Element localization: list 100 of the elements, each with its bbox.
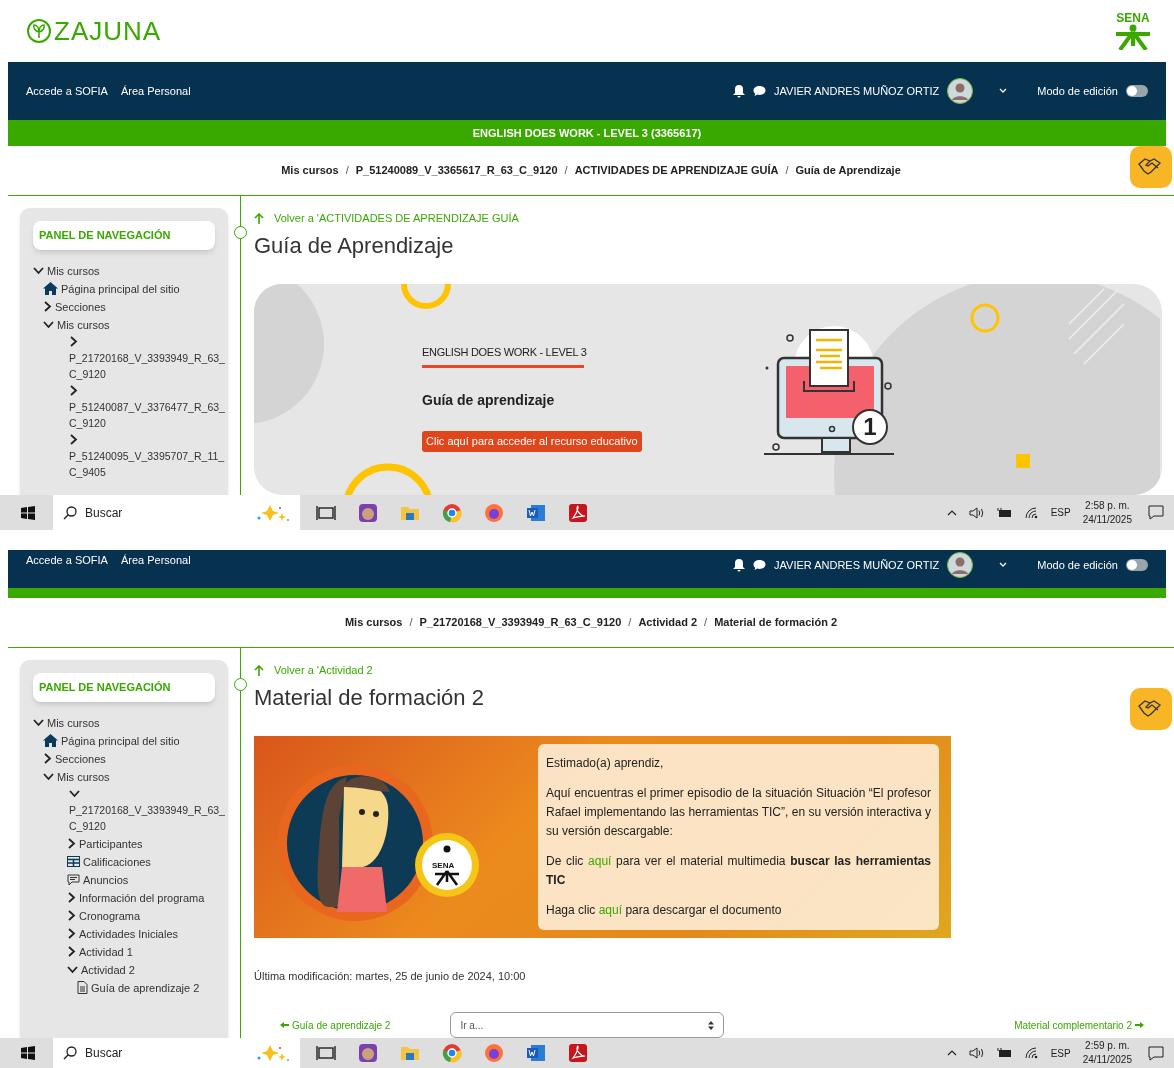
avatar-icon[interactable] xyxy=(947,78,974,104)
caret-down-icon[interactable] xyxy=(999,88,1008,94)
edit-mode-toggle[interactable] xyxy=(1126,559,1148,571)
pdf-icon[interactable] xyxy=(568,502,588,523)
breadcrumb-separator: / xyxy=(628,615,632,631)
nav-item[interactable]: Mis cursos xyxy=(57,768,207,785)
firefox-icon[interactable] xyxy=(484,502,504,523)
chat-icon[interactable] xyxy=(753,85,767,97)
panel-title: PANEL DE NAVEGACIÓN xyxy=(33,221,215,250)
taskview-icon[interactable] xyxy=(316,1043,336,1063)
nav-item[interactable]: Cronograma xyxy=(79,907,215,924)
wifi-icon[interactable] xyxy=(1024,506,1039,519)
nav-link[interactable]: Accede a SOFIA xyxy=(26,82,108,100)
chevron-down-icon[interactable] xyxy=(67,965,78,974)
windows-start-icon[interactable] xyxy=(21,1046,35,1060)
pdf-icon[interactable] xyxy=(568,1043,588,1063)
user-name[interactable]: JAVIER ANDRES MUÑOZ ORTIZ xyxy=(774,82,940,100)
chevron-right-icon[interactable] xyxy=(69,336,78,347)
jump-to-select[interactable]: Ir a... xyxy=(450,1012,725,1038)
nav-item[interactable]: Actividades Iniciales xyxy=(79,925,215,942)
nav-link[interactable]: Área Personal xyxy=(120,82,191,100)
wifi-icon[interactable] xyxy=(1024,1047,1039,1059)
course-link[interactable]: P_21720168_V_3393949_R_63_C_9120 xyxy=(69,801,225,834)
resource-button[interactable]: Clic aquí para acceder al recurso educativo xyxy=(422,431,642,452)
breadcrumb-link[interactable]: Actividad 2 xyxy=(638,614,698,631)
breadcrumb-link[interactable]: Material de formación 2 xyxy=(714,614,838,631)
nav-link[interactable]: Área Personal xyxy=(120,552,191,569)
chevron-down-icon[interactable] xyxy=(43,320,54,329)
battery-icon[interactable] xyxy=(996,1048,1013,1058)
breadcrumb-link[interactable]: Mis cursos xyxy=(281,162,339,179)
bell-icon[interactable] xyxy=(733,558,746,572)
nav-item[interactable]: Secciones xyxy=(55,298,205,315)
last-modified-text: Última modificación: martes, 25 de junio de 2024, 10:00 xyxy=(254,968,527,984)
nav-item[interactable]: Participantes xyxy=(79,835,215,852)
handshake-button[interactable] xyxy=(1130,688,1172,730)
chat-icon[interactable] xyxy=(753,559,767,571)
chevron-right-icon[interactable] xyxy=(67,892,76,903)
chevron-right-icon[interactable] xyxy=(67,838,76,849)
chevron-down-icon[interactable] xyxy=(33,718,44,727)
clock[interactable]: 2:59 p. m. 24/11/2025 xyxy=(1082,1039,1132,1067)
breadcrumb-link[interactable]: P_21720168_V_3393949_R_63_C_9120 xyxy=(419,614,622,631)
chevron-right-icon[interactable] xyxy=(43,753,52,764)
search-icon xyxy=(63,1046,77,1060)
nav-item[interactable]: Página principal del sitio xyxy=(61,280,211,297)
chevron-down-icon[interactable] xyxy=(33,266,44,275)
chevron-up-icon[interactable] xyxy=(946,1050,957,1056)
speaker-icon[interactable] xyxy=(968,1047,985,1059)
nav-item[interactable]: Mis cursos xyxy=(47,262,197,279)
taskbar-search-field[interactable]: Buscar xyxy=(53,1038,300,1068)
course-link[interactable]: P_21720168_V_3393949_R_63_C_9120 xyxy=(69,349,225,382)
notification-icon[interactable] xyxy=(1148,505,1164,520)
chrome-icon[interactable] xyxy=(442,502,462,523)
nav-item[interactable]: Anuncios xyxy=(83,871,215,888)
language-indicator[interactable]: ESP xyxy=(1050,1045,1071,1061)
user-name[interactable]: JAVIER ANDRES MUÑOZ ORTIZ xyxy=(774,556,940,574)
battery-icon[interactable] xyxy=(996,507,1013,518)
chevron-right-icon[interactable] xyxy=(69,385,78,396)
word-icon[interactable] xyxy=(526,502,546,523)
nav-item[interactable]: Calificaciones xyxy=(83,853,215,870)
nav-item[interactable]: Actividad 2 xyxy=(81,961,215,978)
bell-icon[interactable] xyxy=(733,84,746,98)
windows-start-icon[interactable] xyxy=(21,505,35,520)
caret-down-icon[interactable] xyxy=(999,562,1008,568)
nav-item[interactable]: Guía de aprendizaje 2 xyxy=(91,979,215,996)
chevron-down-icon[interactable] xyxy=(69,789,80,798)
nav-item[interactable]: Página principal del sitio xyxy=(61,732,211,749)
chevron-right-icon[interactable] xyxy=(67,946,76,957)
breadcrumb-link[interactable]: ACTIVIDADES DE APRENDIZAJE GUÍA xyxy=(574,162,779,179)
nav-item[interactable]: Mis cursos xyxy=(57,316,207,333)
course-link[interactable]: P_51240095_V_3395707_R_11_C_9405 xyxy=(69,447,225,480)
nav-item[interactable]: Actividad 1 xyxy=(79,943,215,960)
chrome-icon[interactable] xyxy=(442,1043,462,1063)
chevron-down-icon[interactable] xyxy=(43,772,54,781)
taskbar-search-field[interactable]: Buscar xyxy=(53,495,300,530)
nav-item[interactable]: Información del programa xyxy=(79,889,215,906)
speaker-icon[interactable] xyxy=(968,506,985,519)
edit-mode-toggle[interactable] xyxy=(1126,85,1148,97)
character-app-icon[interactable] xyxy=(358,502,378,523)
nav-link[interactable]: Accede a SOFIA xyxy=(26,552,108,569)
language-indicator[interactable]: ESP xyxy=(1050,505,1071,520)
avatar-icon[interactable] xyxy=(947,552,974,578)
chevron-right-icon[interactable] xyxy=(67,928,76,939)
chevron-right-icon[interactable] xyxy=(69,434,78,445)
course-link[interactable]: P_51240087_V_3376477_R_63_C_9120 xyxy=(69,398,225,431)
word-icon[interactable] xyxy=(526,1043,546,1063)
breadcrumb-link[interactable]: Mis cursos xyxy=(344,614,403,631)
chevron-up-icon[interactable] xyxy=(946,509,957,516)
chevron-right-icon[interactable] xyxy=(43,301,52,312)
nav-item[interactable]: Secciones xyxy=(55,750,205,767)
firefox-icon[interactable] xyxy=(484,1043,504,1063)
clock[interactable]: 2:58 p. m. 24/11/2025 xyxy=(1082,498,1132,527)
sort-arrows-icon xyxy=(708,1020,715,1030)
nav-item[interactable]: Mis cursos xyxy=(47,714,197,731)
character-app-icon[interactable] xyxy=(358,1043,378,1063)
breadcrumb-link[interactable]: P_51240089_V_3365617_R_63_C_9120 xyxy=(355,162,558,179)
notification-icon[interactable] xyxy=(1148,1045,1164,1061)
handshake-button[interactable] xyxy=(1130,146,1172,188)
chevron-right-icon[interactable] xyxy=(67,910,76,921)
breadcrumb-link[interactable]: Guía de Aprendizaje xyxy=(795,162,901,179)
paragraph: Estimado(a) aprendiz, xyxy=(546,754,665,772)
